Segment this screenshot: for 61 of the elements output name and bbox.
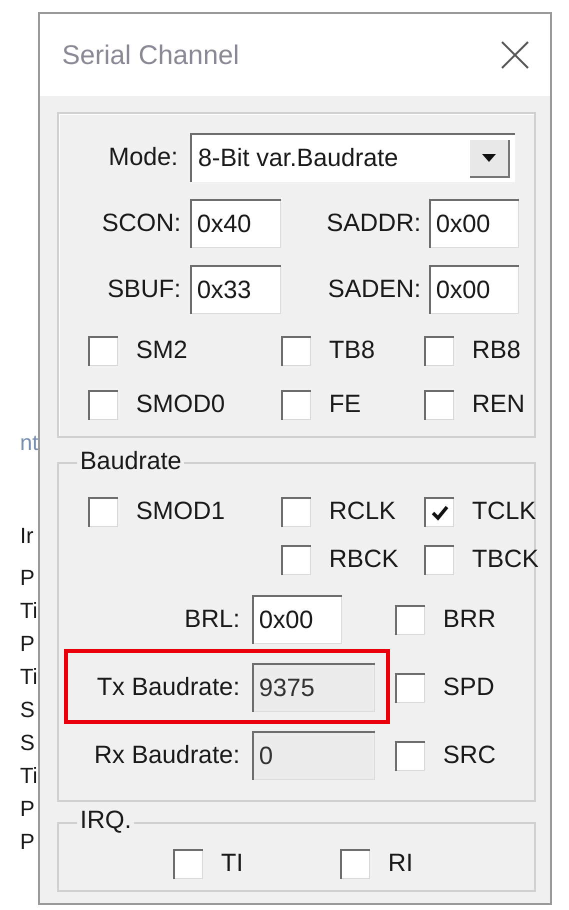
field-label: SADEN: bbox=[326, 274, 421, 305]
text-fragment: S bbox=[20, 730, 36, 756]
checkbox[interactable] bbox=[424, 336, 454, 366]
field-label: Mode: bbox=[108, 142, 179, 173]
checkbox-label: TB8 bbox=[329, 335, 375, 366]
text-fragment: Ti bbox=[20, 664, 38, 690]
text-fragment: P bbox=[20, 829, 36, 855]
checkbox[interactable] bbox=[424, 390, 454, 420]
text-field[interactable]: 0x00 bbox=[252, 595, 342, 644]
field-label: Rx Baudrate: bbox=[93, 740, 240, 771]
checkbox-label: RBCK bbox=[329, 544, 398, 576]
checkbox-label: TBCK bbox=[472, 544, 539, 576]
checkbox-label: SMOD1 bbox=[136, 496, 225, 528]
text-fragment: Ti bbox=[20, 763, 38, 789]
text-fragment: S bbox=[20, 697, 36, 723]
text-field[interactable]: 0x00 bbox=[429, 199, 519, 248]
checkbox-label: TI bbox=[221, 848, 244, 880]
checkbox-label: TCLK bbox=[472, 496, 536, 528]
checkbox[interactable] bbox=[281, 497, 311, 527]
checkbox[interactable] bbox=[173, 849, 203, 879]
text-field[interactable]: 0x00 bbox=[429, 265, 519, 314]
field-label: SCON: bbox=[100, 208, 181, 239]
checkbox[interactable] bbox=[88, 497, 118, 527]
text-field[interactable]: 0x40 bbox=[190, 199, 281, 248]
text-fragment: nt bbox=[20, 430, 38, 456]
checkbox[interactable] bbox=[424, 497, 454, 527]
text-fragment: Ir bbox=[20, 523, 34, 549]
text-field[interactable]: 0 bbox=[252, 731, 375, 780]
text-fragment: P bbox=[20, 796, 36, 822]
checkbox-label: FE bbox=[329, 389, 361, 420]
text-fragment: Ti bbox=[20, 598, 38, 624]
mode-dropdown[interactable]: 8-Bit var.Baudrate bbox=[190, 133, 515, 182]
checkbox-label: REN bbox=[472, 389, 525, 420]
checkbox[interactable] bbox=[88, 390, 118, 420]
checkbox[interactable] bbox=[424, 545, 454, 575]
text-field[interactable]: 0x33 bbox=[190, 265, 281, 314]
checkbox[interactable] bbox=[395, 741, 425, 771]
text-fragment: P bbox=[20, 565, 36, 591]
checkbox-label: RI bbox=[388, 848, 413, 880]
window-title: Serial Channel bbox=[62, 38, 240, 72]
checkbox-label: RCLK bbox=[329, 496, 396, 528]
checkbox[interactable] bbox=[395, 673, 425, 703]
checkbox-label: SPD bbox=[443, 672, 494, 704]
text-field[interactable]: 9375 bbox=[252, 663, 375, 712]
field-label: Tx Baudrate: bbox=[96, 672, 240, 703]
checkbox-label: RB8 bbox=[472, 335, 521, 366]
checkbox[interactable] bbox=[281, 545, 311, 575]
checkbox[interactable] bbox=[281, 390, 311, 420]
checkbox[interactable] bbox=[340, 849, 370, 879]
text-fragment: P bbox=[20, 631, 36, 657]
checkbox-label: BRR bbox=[443, 604, 496, 636]
close-icon[interactable] bbox=[500, 40, 530, 70]
field-label: SADDR: bbox=[326, 208, 421, 239]
field-label: SBUF: bbox=[106, 274, 181, 305]
checkbox-label: SRC bbox=[443, 740, 496, 772]
checkbox[interactable] bbox=[281, 336, 311, 366]
checkbox-label: SMOD0 bbox=[136, 389, 225, 420]
field-label: BRL: bbox=[183, 604, 240, 635]
checkbox-label: SM2 bbox=[136, 335, 188, 366]
checkbox[interactable] bbox=[88, 336, 118, 366]
checkbox[interactable] bbox=[395, 605, 425, 635]
